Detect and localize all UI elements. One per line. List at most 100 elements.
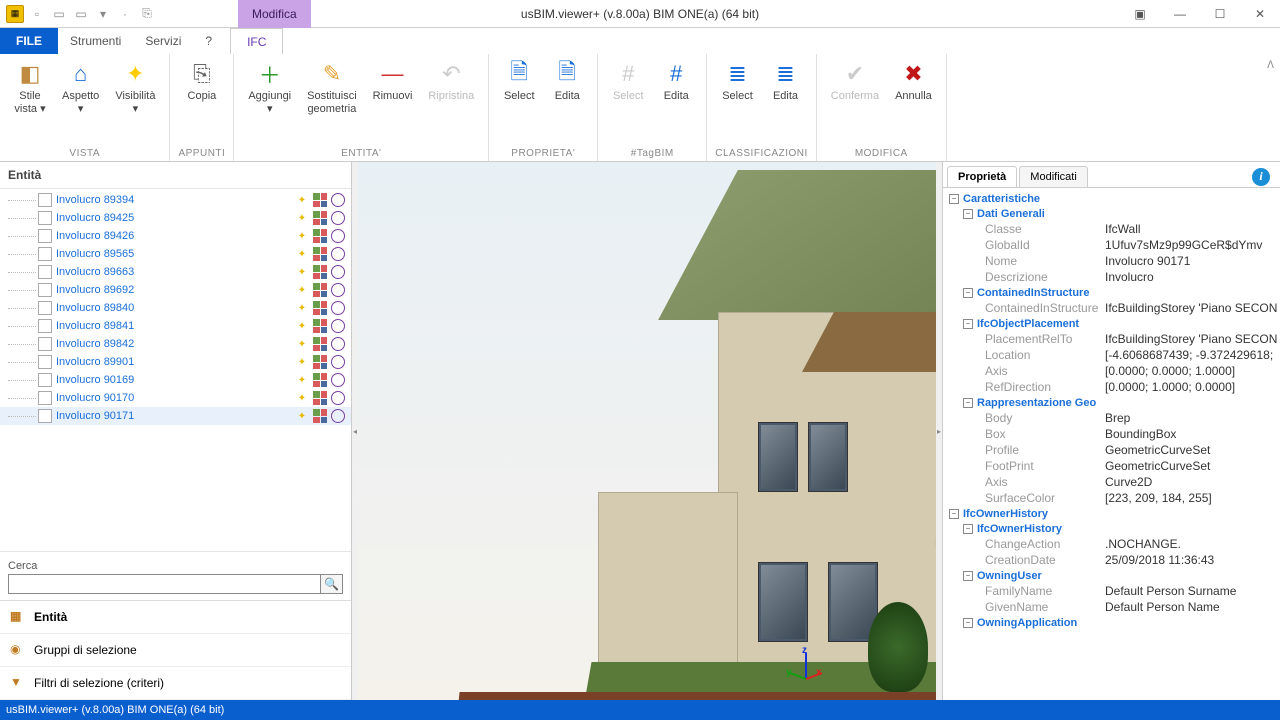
- sostituisci-button[interactable]: ✎Sostituisci geometria: [301, 58, 363, 117]
- close-icon[interactable]: ✕: [1240, 0, 1280, 28]
- visibility-icon[interactable]: ✦: [295, 193, 309, 207]
- visibility-icon[interactable]: ✦: [295, 211, 309, 225]
- rimuovi-button[interactable]: —Rimuovi: [367, 58, 419, 105]
- visibility-icon[interactable]: ✦: [295, 247, 309, 261]
- collapse-icon[interactable]: −: [949, 509, 959, 519]
- isolate-icon[interactable]: [331, 373, 345, 387]
- menu-strumenti[interactable]: Strumenti: [58, 28, 133, 54]
- search-input[interactable]: [8, 574, 321, 594]
- prop-row[interactable]: FamilyNameDefault Person Surname: [945, 583, 1278, 599]
- visibility-icon[interactable]: ✦: [295, 283, 309, 297]
- tree-item[interactable]: Involucro 89565✦: [0, 245, 351, 263]
- isolate-icon[interactable]: [331, 391, 345, 405]
- visibility-icon[interactable]: ✦: [295, 373, 309, 387]
- p-select-button[interactable]: 🗎Select: [497, 58, 541, 105]
- isolate-icon[interactable]: [331, 301, 345, 315]
- menu-help[interactable]: ?: [193, 28, 224, 54]
- tab-modificati[interactable]: Modificati: [1019, 166, 1087, 187]
- isolate-icon[interactable]: [331, 193, 345, 207]
- tree-item[interactable]: Involucro 89426✦: [0, 227, 351, 245]
- prop-row[interactable]: RefDirection[0.0000; 1.0000; 0.0000]: [945, 379, 1278, 395]
- visibilita-button[interactable]: ✦Visibilità ▾: [109, 58, 161, 117]
- search-button[interactable]: 🔍: [321, 574, 343, 594]
- prop-row[interactable]: SurfaceColor[223, 209, 184, 255]: [945, 490, 1278, 506]
- prop-row[interactable]: Location[-4.6068687439; -9.372429618;: [945, 347, 1278, 363]
- visibility-icon[interactable]: ✦: [295, 265, 309, 279]
- prop-group-header[interactable]: −Dati Generali: [945, 207, 1278, 221]
- qat-folder-icon[interactable]: ▭: [72, 5, 90, 23]
- color-icon[interactable]: [313, 319, 327, 333]
- prop-row[interactable]: DescrizioneInvolucro: [945, 269, 1278, 285]
- prop-row[interactable]: ProfileGeometricCurveSet: [945, 442, 1278, 458]
- color-icon[interactable]: [313, 355, 327, 369]
- tree-item[interactable]: Involucro 90169✦: [0, 371, 351, 389]
- prop-row[interactable]: GivenNameDefault Person Name: [945, 599, 1278, 615]
- qat-attach-icon[interactable]: ⎘: [138, 5, 156, 23]
- tab-proprieta[interactable]: Proprietà: [947, 166, 1017, 187]
- t-edita-button[interactable]: #Edita: [654, 58, 698, 105]
- color-icon[interactable]: [313, 301, 327, 315]
- prop-row[interactable]: FootPrintGeometricCurveSet: [945, 458, 1278, 474]
- collapse-icon[interactable]: −: [963, 524, 973, 534]
- collapse-icon[interactable]: −: [963, 288, 973, 298]
- prop-row[interactable]: Axis[0.0000; 0.0000; 1.0000]: [945, 363, 1278, 379]
- tree-item[interactable]: Involucro 89840✦: [0, 299, 351, 317]
- isolate-icon[interactable]: [331, 409, 345, 423]
- visibility-icon[interactable]: ✦: [295, 229, 309, 243]
- p-edita-button[interactable]: 🗎Edita: [545, 58, 589, 105]
- tree-item[interactable]: Involucro 89425✦: [0, 209, 351, 227]
- visibility-icon[interactable]: ✦: [295, 409, 309, 423]
- color-icon[interactable]: [313, 283, 327, 297]
- color-icon[interactable]: [313, 265, 327, 279]
- prop-row[interactable]: CreationDate25/09/2018 11:36:43: [945, 552, 1278, 568]
- collapse-icon[interactable]: −: [963, 319, 973, 329]
- tree-item[interactable]: Involucro 90170✦: [0, 389, 351, 407]
- annulla-button[interactable]: ✖Annulla: [889, 58, 938, 105]
- collapse-icon[interactable]: −: [963, 618, 973, 628]
- ribbon-collapse-icon[interactable]: ᐱ: [1267, 60, 1274, 71]
- prop-row[interactable]: BodyBrep: [945, 410, 1278, 426]
- collapse-icon[interactable]: −: [963, 571, 973, 581]
- prop-row[interactable]: PlacementRelToIfcBuildingStorey 'Piano S…: [945, 331, 1278, 347]
- qat-new-icon[interactable]: ▫: [28, 5, 46, 23]
- left-tab-entita[interactable]: ▦Entità: [0, 601, 351, 634]
- collapse-icon[interactable]: −: [949, 194, 959, 204]
- aggiungi-button[interactable]: ＋Aggiungi ▾: [242, 58, 297, 117]
- restore-down-icon[interactable]: ▣: [1120, 0, 1160, 28]
- prop-row[interactable]: BoxBoundingBox: [945, 426, 1278, 442]
- prop-group-header[interactable]: −Rappresentazione Geo: [945, 396, 1278, 410]
- qat-save-icon[interactable]: ▾: [94, 5, 112, 23]
- viewport-3d[interactable]: z x y: [358, 162, 936, 700]
- prop-group-header[interactable]: −OwningApplication: [945, 616, 1278, 630]
- maximize-icon[interactable]: ☐: [1200, 0, 1240, 28]
- isolate-icon[interactable]: [331, 265, 345, 279]
- isolate-icon[interactable]: [331, 283, 345, 297]
- prop-row[interactable]: ClasseIfcWall: [945, 221, 1278, 237]
- isolate-icon[interactable]: [331, 229, 345, 243]
- left-tab-filtri[interactable]: ▼Filtri di selezione (criteri): [0, 667, 351, 700]
- entity-tree[interactable]: Involucro 89394✦Involucro 89425✦Involucr…: [0, 189, 351, 551]
- tree-item[interactable]: Involucro 89842✦: [0, 335, 351, 353]
- prop-group-header[interactable]: −IfcObjectPlacement: [945, 317, 1278, 331]
- tree-item[interactable]: Involucro 89901✦: [0, 353, 351, 371]
- qat-open-icon[interactable]: ▭: [50, 5, 68, 23]
- file-menu[interactable]: FILE: [0, 28, 58, 54]
- properties-list[interactable]: −Caratteristiche−Dati GeneraliClasseIfcW…: [943, 188, 1280, 700]
- color-icon[interactable]: [313, 211, 327, 225]
- prop-group-header[interactable]: −OwningUser: [945, 569, 1278, 583]
- copia-button[interactable]: ⎘Copia: [180, 58, 224, 105]
- prop-row[interactable]: GlobalId1Ufuv7sMz9p99GCeR$dYmv: [945, 237, 1278, 253]
- axis-widget[interactable]: z x y: [788, 649, 824, 685]
- tree-item[interactable]: Involucro 89692✦: [0, 281, 351, 299]
- minimize-icon[interactable]: —: [1160, 0, 1200, 28]
- prop-group-header[interactable]: −IfcOwnerHistory: [945, 507, 1278, 521]
- isolate-icon[interactable]: [331, 211, 345, 225]
- prop-row[interactable]: ContainedInStructureIfcBuildingStorey 'P…: [945, 300, 1278, 316]
- visibility-icon[interactable]: ✦: [295, 301, 309, 315]
- isolate-icon[interactable]: [331, 247, 345, 261]
- menu-servizi[interactable]: Servizi: [133, 28, 193, 54]
- visibility-icon[interactable]: ✦: [295, 337, 309, 351]
- prop-group-header[interactable]: −ContainedInStructure: [945, 286, 1278, 300]
- color-icon[interactable]: [313, 247, 327, 261]
- prop-row[interactable]: ChangeAction.NOCHANGE.: [945, 536, 1278, 552]
